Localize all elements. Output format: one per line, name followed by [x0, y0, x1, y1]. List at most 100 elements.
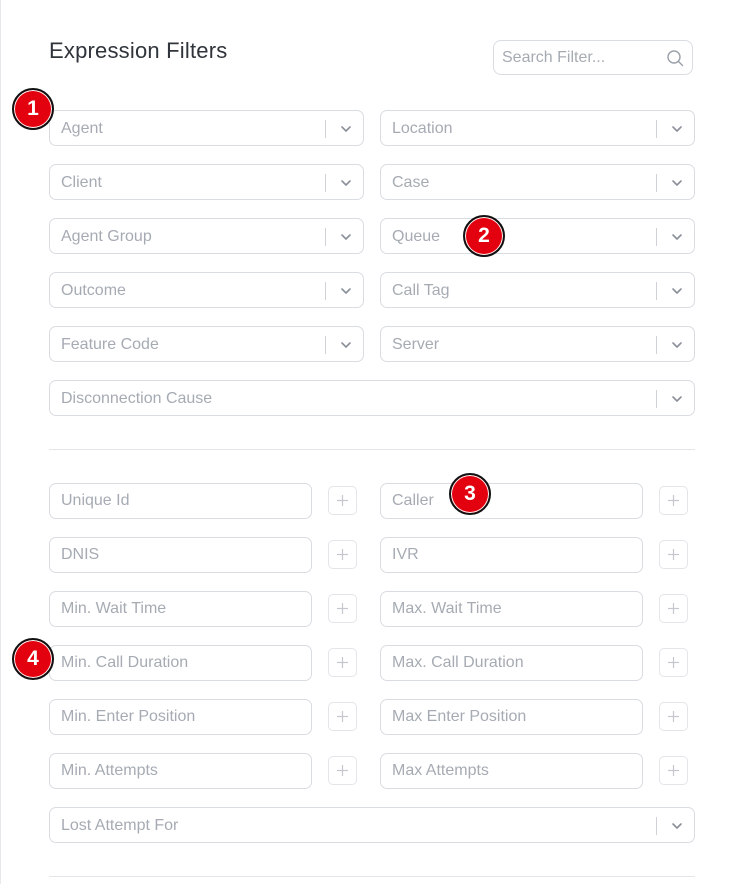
chevron-down-icon[interactable]: [339, 284, 353, 298]
select-separator: [656, 174, 657, 192]
select-separator: [656, 228, 657, 246]
chevron-down-icon[interactable]: [670, 284, 684, 298]
section-divider: [49, 876, 695, 877]
add-min-call-duration-button[interactable]: [328, 648, 357, 677]
chevron-down-icon[interactable]: [670, 122, 684, 136]
call-tag-select[interactable]: Call Tag: [380, 272, 695, 308]
add-caller-button[interactable]: [659, 486, 688, 515]
plus-icon: [668, 657, 679, 668]
select-separator: [325, 282, 326, 300]
add-min-enter-position-button[interactable]: [328, 702, 357, 731]
max-call-duration-input[interactable]: [392, 646, 622, 680]
min-attempts-input[interactable]: [61, 754, 291, 788]
add-max-attempts-button[interactable]: [659, 756, 688, 785]
dnis-field[interactable]: [49, 537, 312, 573]
min-enter-position-field[interactable]: [49, 699, 312, 735]
caller-field[interactable]: [380, 483, 643, 519]
annotation-marker-4: 4: [12, 638, 54, 680]
select-separator: [325, 228, 326, 246]
disconnection-cause-select[interactable]: Disconnection Cause: [49, 380, 695, 416]
max-attempts-input[interactable]: [392, 754, 622, 788]
unique-id-field[interactable]: [49, 483, 312, 519]
select-separator: [656, 817, 657, 835]
ivr-input[interactable]: [392, 538, 622, 572]
plus-icon: [337, 711, 348, 722]
location-select[interactable]: Location: [380, 110, 695, 146]
unique-id-input[interactable]: [61, 484, 291, 518]
plus-icon: [668, 603, 679, 614]
add-min-attempts-button[interactable]: [328, 756, 357, 785]
max-enter-position-field[interactable]: [380, 699, 643, 735]
add-min-wait-time-button[interactable]: [328, 594, 357, 623]
plus-icon: [337, 549, 348, 560]
search-filter-box[interactable]: [493, 40, 693, 75]
dnis-input[interactable]: [61, 538, 291, 572]
add-unique-id-button[interactable]: [328, 486, 357, 515]
select-separator: [656, 336, 657, 354]
lost-attempt-for-select[interactable]: Lost Attempt For: [49, 807, 695, 843]
search-icon[interactable]: [666, 49, 684, 67]
min-enter-position-input[interactable]: [61, 700, 291, 734]
chevron-down-icon[interactable]: [670, 176, 684, 190]
add-ivr-button[interactable]: [659, 540, 688, 569]
client-select[interactable]: Client: [49, 164, 364, 200]
plus-icon: [668, 765, 679, 776]
chevron-down-icon[interactable]: [670, 819, 684, 833]
plus-icon: [668, 549, 679, 560]
select-placeholder: Client: [61, 174, 102, 191]
caller-input[interactable]: [392, 484, 622, 518]
select-placeholder: Feature Code: [61, 336, 159, 353]
select-placeholder: Case: [392, 174, 430, 191]
select-separator: [325, 120, 326, 138]
min-attempts-field[interactable]: [49, 753, 312, 789]
case-select[interactable]: Case: [380, 164, 695, 200]
agent-select[interactable]: Agent: [49, 110, 364, 146]
plus-icon: [337, 495, 348, 506]
outcome-select[interactable]: Outcome: [49, 272, 364, 308]
select-separator: [656, 390, 657, 408]
select-placeholder: Queue: [392, 228, 441, 245]
chevron-down-icon[interactable]: [339, 230, 353, 244]
select-separator: [656, 120, 657, 138]
chevron-down-icon[interactable]: [339, 122, 353, 136]
max-attempts-field[interactable]: [380, 753, 643, 789]
search-filter-input[interactable]: [502, 41, 662, 74]
max-wait-time-input[interactable]: [392, 592, 622, 626]
select-placeholder: Call Tag: [392, 282, 450, 299]
annotation-marker-2: 2: [463, 215, 505, 257]
feature-code-select[interactable]: Feature Code: [49, 326, 364, 362]
select-placeholder: Server: [392, 336, 440, 353]
chevron-down-icon[interactable]: [670, 392, 684, 406]
min-wait-time-input[interactable]: [61, 592, 291, 626]
chevron-down-icon[interactable]: [339, 338, 353, 352]
chevron-down-icon[interactable]: [670, 338, 684, 352]
select-placeholder: Disconnection Cause: [61, 390, 213, 407]
min-wait-time-field[interactable]: [49, 591, 312, 627]
select-placeholder: Outcome: [61, 282, 126, 299]
plus-icon: [337, 657, 348, 668]
max-enter-position-input[interactable]: [392, 700, 622, 734]
max-call-duration-field[interactable]: [380, 645, 643, 681]
chevron-down-icon[interactable]: [670, 230, 684, 244]
select-separator: [325, 336, 326, 354]
plus-icon: [668, 495, 679, 506]
add-max-wait-time-button[interactable]: [659, 594, 688, 623]
min-call-duration-field[interactable]: [49, 645, 312, 681]
panel-left-border: [0, 0, 1, 884]
add-max-call-duration-button[interactable]: [659, 648, 688, 677]
annotation-marker-3: 3: [449, 473, 491, 515]
add-dnis-button[interactable]: [328, 540, 357, 569]
server-select[interactable]: Server: [380, 326, 695, 362]
min-call-duration-input[interactable]: [61, 646, 291, 680]
plus-icon: [337, 765, 348, 776]
chevron-down-icon[interactable]: [339, 176, 353, 190]
select-placeholder: Lost Attempt For: [61, 817, 179, 834]
max-wait-time-field[interactable]: [380, 591, 643, 627]
select-placeholder: Agent: [61, 120, 103, 137]
agent-group-select[interactable]: Agent Group: [49, 218, 364, 254]
ivr-field[interactable]: [380, 537, 643, 573]
plus-icon: [668, 711, 679, 722]
add-max-enter-position-button[interactable]: [659, 702, 688, 731]
queue-select[interactable]: Queue: [380, 218, 695, 254]
select-placeholder: Location: [392, 120, 453, 137]
